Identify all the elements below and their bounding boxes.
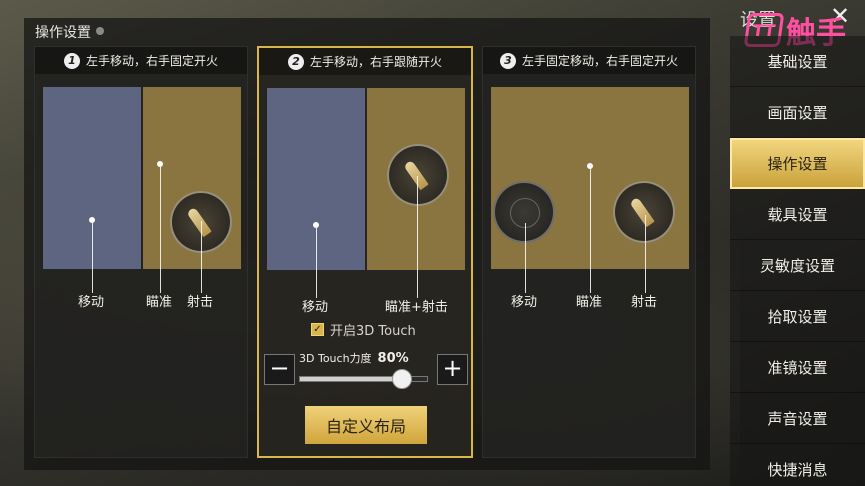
strength-value: 80% (377, 351, 409, 366)
strength-slider[interactable] (299, 369, 428, 389)
label-move: 移动 (511, 295, 538, 310)
option-header: 1 左手移动，右手固定开火 (35, 47, 247, 74)
aim-fire-button-icon (387, 144, 449, 206)
aim-leader-line (160, 167, 161, 293)
menu-item-quick-messages[interactable]: 快捷消息 (730, 444, 865, 486)
move-leader-line (525, 223, 526, 293)
option-title: 左手移动，右手跟随开火 (309, 55, 442, 69)
joystick-icon (493, 181, 555, 243)
label-move: 移动 (78, 295, 105, 310)
bullet-icon (186, 206, 212, 238)
menu-item-basic[interactable]: 基础设置 (730, 36, 865, 87)
fire-button-icon (613, 181, 675, 243)
strength-decrease-button[interactable]: − (264, 354, 295, 385)
label-fire: 射击 (187, 295, 214, 310)
menu-item-audio[interactable]: 声音设置 (730, 393, 865, 444)
strength-increase-button[interactable]: + (437, 354, 468, 385)
page-title: 操作设置 (35, 25, 91, 41)
option-number-icon: 2 (287, 53, 304, 70)
strength-label: 3D Touch力度 (299, 352, 372, 365)
menu-item-pickup[interactable]: 拾取设置 (730, 291, 865, 342)
label-aim: 瞄准 (146, 295, 173, 310)
option-title: 左手固定移动，右手固定开火 (521, 54, 678, 68)
control-option-1[interactable]: 1 左手移动，右手固定开火 移动 瞄准 射击 (34, 46, 248, 458)
bullet-icon (403, 159, 429, 191)
label-aim-fire: 瞄准+射击 (385, 300, 448, 315)
option-header: 2 左手移动，右手跟随开火 (259, 48, 471, 75)
menu-item-sensitivity[interactable]: 灵敏度设置 (730, 240, 865, 291)
move-leader-line (92, 223, 93, 293)
menu-item-scope[interactable]: 准镜设置 (730, 342, 865, 393)
strength-label-row: 3D Touch力度 80% (299, 350, 409, 366)
option-title: 左手移动，右手固定开火 (85, 54, 218, 68)
settings-menu: 基础设置 画面设置 操作设置 载具设置 灵敏度设置 拾取设置 准镜设置 声音设置… (730, 36, 865, 486)
control-option-2[interactable]: 2 左手移动，右手跟随开火 移动 瞄准+射击 ✓ 开启3D Touch 3D T… (257, 46, 473, 458)
option-number-icon: 1 (63, 52, 80, 69)
aim-fire-leader-line (417, 176, 418, 298)
checkbox-checked-icon[interactable]: ✓ (311, 323, 324, 336)
option-header: 3 左手固定移动，右手固定开火 (483, 47, 695, 74)
strength-slider-thumb[interactable] (391, 369, 412, 389)
3d-touch-label: 开启3D Touch (330, 324, 416, 339)
fire-leader-line (201, 221, 202, 293)
label-aim: 瞄准 (576, 295, 603, 310)
aim-leader-line (590, 169, 591, 293)
strength-slider-fill (300, 377, 402, 381)
menu-item-vehicle[interactable]: 载具设置 (730, 189, 865, 240)
move-leader-line (316, 228, 317, 298)
menu-item-graphics[interactable]: 画面设置 (730, 87, 865, 138)
label-fire: 射击 (631, 295, 658, 310)
title-indicator-icon (96, 27, 104, 35)
custom-layout-button[interactable]: 自定义布局 (305, 406, 427, 444)
menu-item-controls[interactable]: 操作设置 (730, 138, 865, 189)
control-option-3[interactable]: 3 左手固定移动，右手固定开火 移动 瞄准 射击 (482, 46, 696, 458)
3d-touch-toggle[interactable]: ✓ 开启3D Touch (311, 320, 416, 339)
option-number-icon: 3 (499, 52, 516, 69)
bullet-icon (629, 196, 655, 228)
fire-leader-line (645, 215, 646, 293)
label-move: 移动 (302, 300, 329, 315)
